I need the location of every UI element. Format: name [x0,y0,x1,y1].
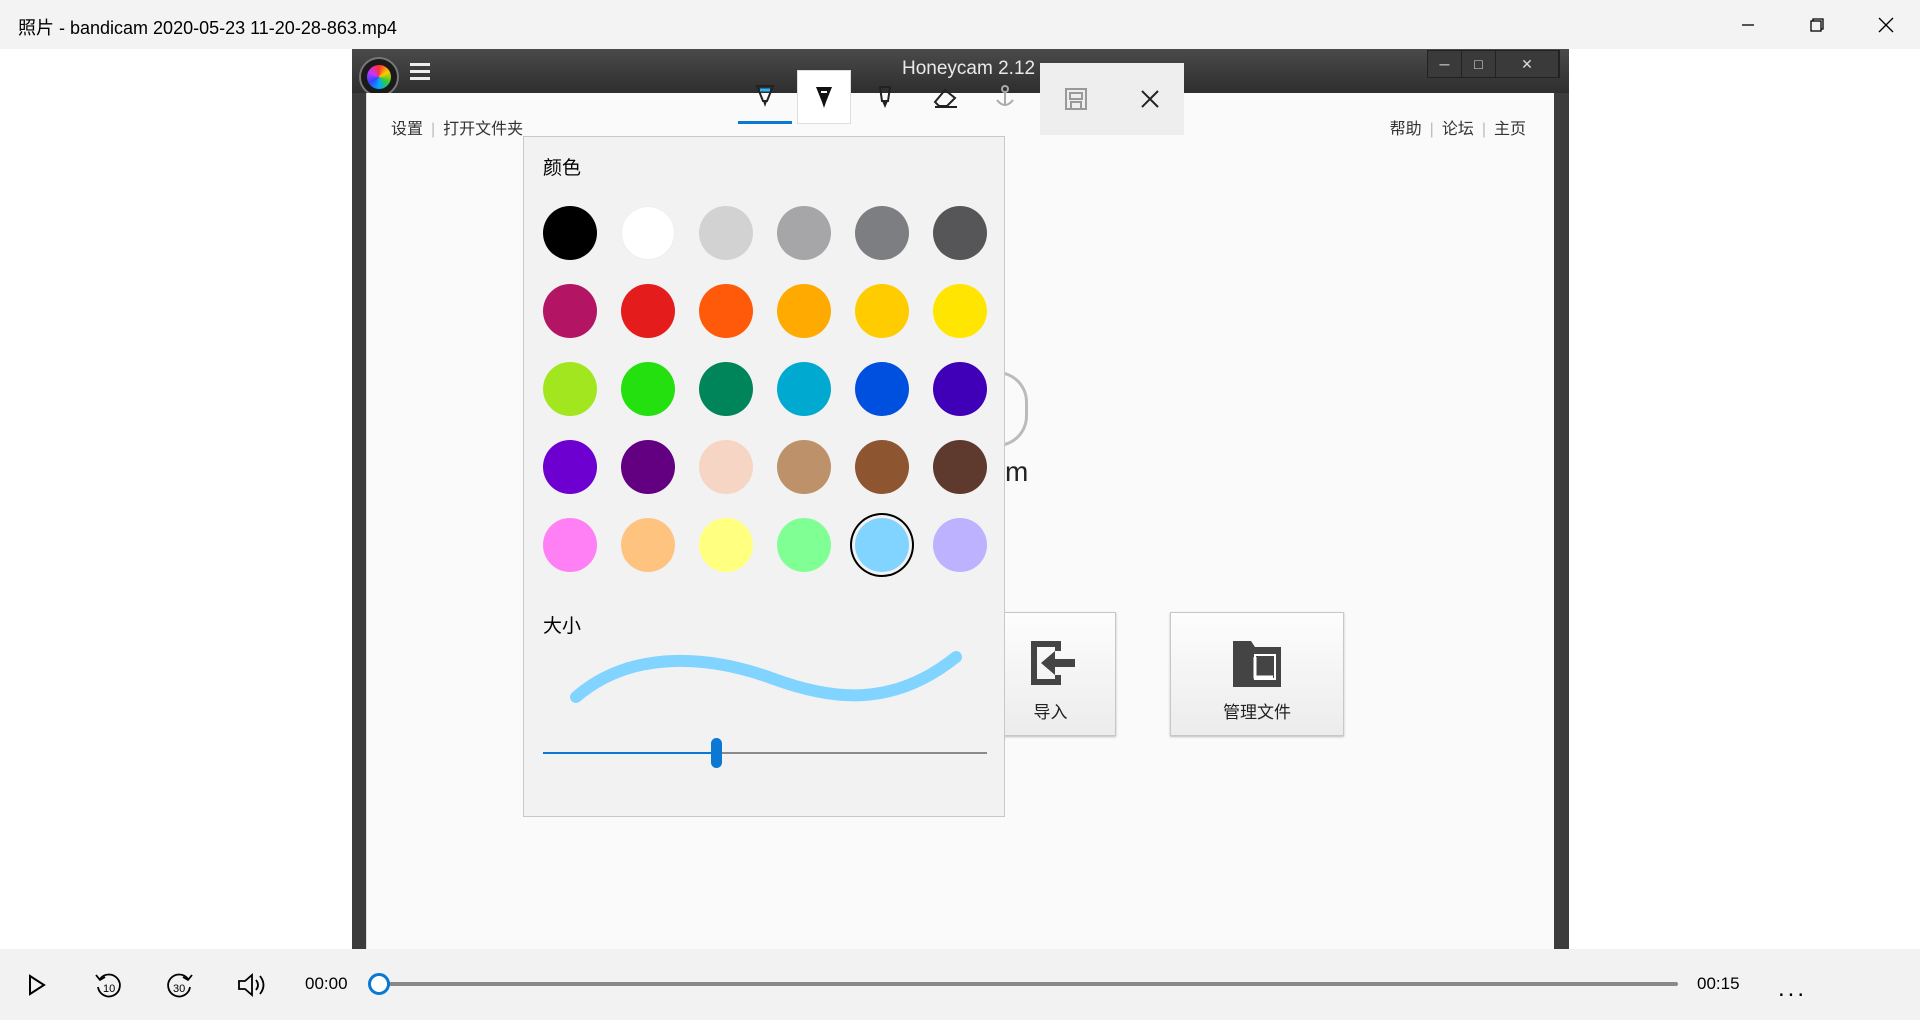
color-size-panel: 颜色 大小 [523,136,1005,817]
color-swatch[interactable] [699,206,753,260]
color-swatch[interactable] [543,440,597,494]
hc-minimize-icon: ─ [1428,51,1462,77]
size-preview-stroke [570,651,962,703]
color-swatch[interactable] [933,362,987,416]
restore-button[interactable] [1782,0,1851,49]
manage-files-label: 管理文件 [1223,703,1291,722]
honeycam-window-controls: ─ □ ✕ [1427,50,1560,78]
color-swatch[interactable] [543,206,597,260]
color-swatch[interactable] [621,440,675,494]
minimize-icon [1741,23,1754,26]
play-button[interactable] [20,969,52,1001]
restore-icon [1809,17,1824,32]
color-swatch[interactable] [933,440,987,494]
color-swatch[interactable] [855,518,909,572]
title-bar: 照片 - bandicam 2020-05-23 11-20-28-863.mp… [0,0,1920,49]
color-swatch[interactable] [777,206,831,260]
menu-icon [410,63,430,83]
color-swatch[interactable] [777,362,831,416]
svg-text:10: 10 [103,983,115,995]
color-swatch[interactable] [621,206,675,260]
size-heading: 大小 [543,616,582,637]
volume-icon [238,973,265,997]
svg-text:30: 30 [173,983,185,995]
ink-toolbar-actions [1040,63,1184,135]
forward-30-icon: 30 [167,973,193,998]
hc-close-icon: ✕ [1496,51,1559,77]
forward-30-button[interactable]: 30 [163,969,197,1001]
folder-manage-icon [1233,641,1281,687]
color-swatch[interactable] [621,362,675,416]
seek-knob[interactable] [368,973,390,995]
color-swatch[interactable] [699,440,753,494]
import-icon [1030,641,1075,685]
more-icon[interactable]: ... [1778,975,1807,1003]
close-button[interactable] [1851,0,1920,49]
honeycam-logo [359,57,399,97]
import-label: 导入 [1033,703,1068,722]
nav-home: 主页 [1493,121,1526,138]
ballpoint-pen-tool[interactable] [738,70,792,124]
play-icon [29,974,46,996]
size-slider-thumb[interactable] [711,738,723,768]
nav-open-folder: 打开文件夹 [443,121,524,138]
save-icon[interactable] [1062,85,1090,113]
seek-bar[interactable] [368,973,1678,995]
color-swatch[interactable] [777,284,831,338]
minimize-button[interactable] [1713,0,1782,49]
color-swatch[interactable] [855,362,909,416]
color-swatch[interactable] [777,440,831,494]
color-swatch[interactable] [777,518,831,572]
pencil-tool[interactable] [858,70,912,124]
media-controls: 10 30 00:00 00:15 ... [0,949,1920,1020]
current-time: 00:00 [305,974,348,993]
color-swatch[interactable] [699,284,753,338]
color-swatch[interactable] [855,440,909,494]
close-icon [1878,17,1893,32]
nav-forum: 论坛 [1441,121,1474,138]
color-heading: 颜色 [543,158,582,179]
size-slider[interactable] [543,738,987,768]
hc-maximize-icon: □ [1462,51,1496,77]
volume-button[interactable] [234,969,270,1001]
eraser-icon [933,88,957,108]
color-swatch[interactable] [621,284,675,338]
calligraphy-pen-tool[interactable] [797,70,851,124]
color-swatch[interactable] [855,206,909,260]
ballpoint-pen-icon [755,84,775,107]
rewind-10-icon: 10 [95,973,121,998]
color-swatch[interactable] [543,362,597,416]
calligraphy-pen-icon [816,87,832,108]
color-swatch[interactable] [621,518,675,572]
total-time: 00:15 [1697,974,1740,993]
rewind-10-button[interactable]: 10 [91,969,125,1001]
manage-files-button: 管理文件 [1170,612,1344,736]
color-swatch[interactable] [543,518,597,572]
nav-settings: 设置 [391,121,424,138]
honeycam-subtitle: m [1005,456,1029,487]
close-icon[interactable] [1136,85,1164,113]
ruler-tool[interactable] [978,70,1032,124]
honeycam-nav-left: 设置 | 打开文件夹 [391,121,524,138]
eraser-tool[interactable] [918,70,972,124]
ruler-icon [996,85,1014,106]
color-swatch[interactable] [933,284,987,338]
color-swatch[interactable] [699,362,753,416]
color-swatch[interactable] [933,206,987,260]
pencil-icon [878,86,892,108]
color-swatch[interactable] [855,284,909,338]
nav-help: 帮助 [1389,121,1422,138]
app-title: 照片 - bandicam 2020-05-23 11-20-28-863.mp… [18,18,397,38]
color-swatch[interactable] [543,284,597,338]
honeycam-nav-right: 帮助 | 论坛 | 主页 [1389,121,1526,138]
color-swatch[interactable] [933,518,987,572]
color-swatch[interactable] [699,518,753,572]
